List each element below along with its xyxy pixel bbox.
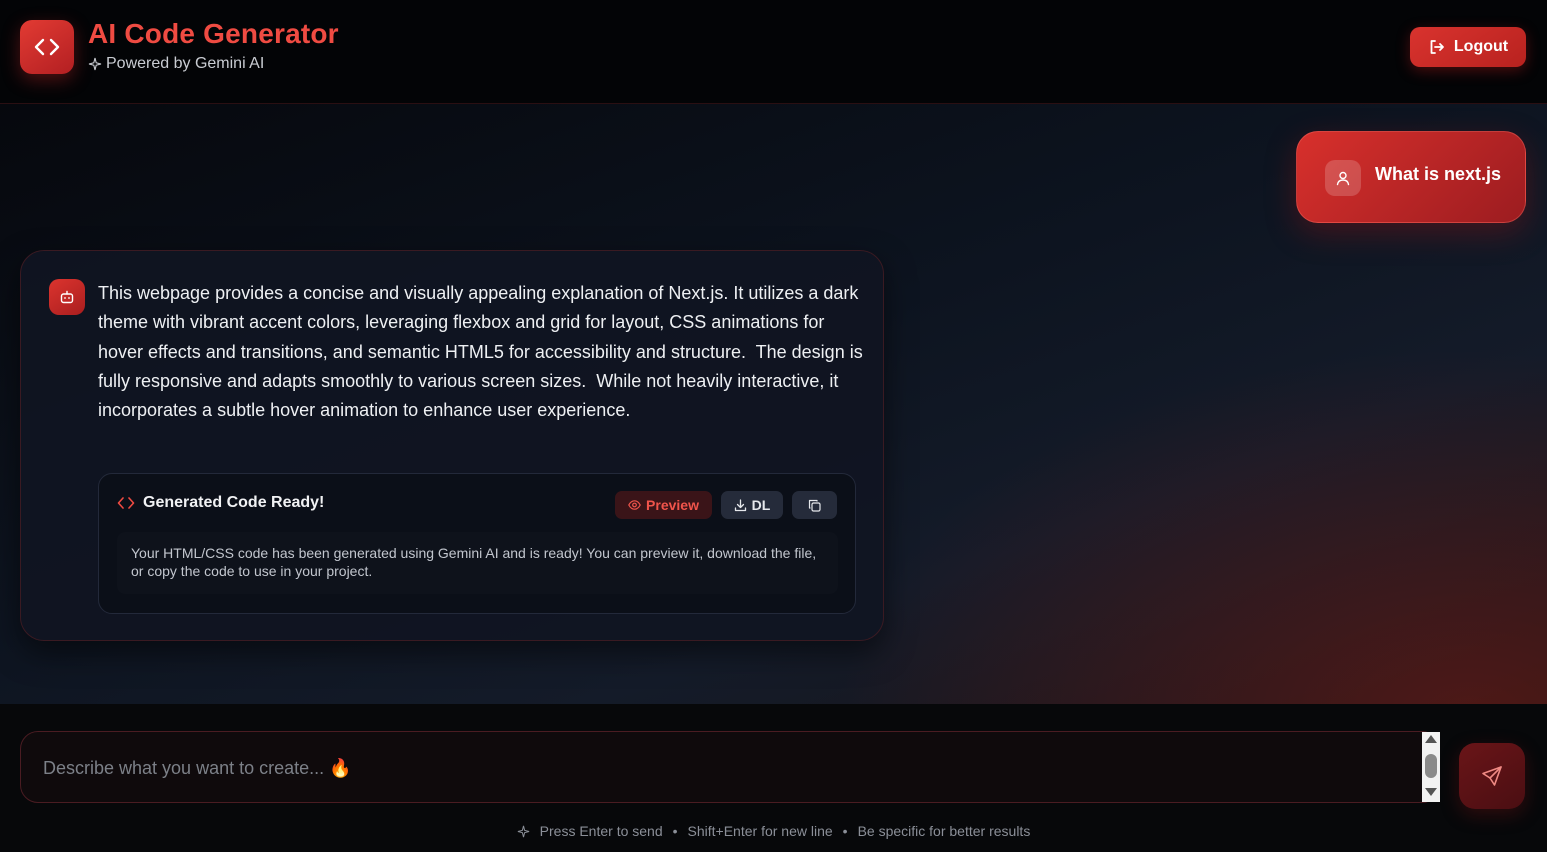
hint-separator: • [672, 823, 678, 839]
hint-tip: Be specific for better results [857, 823, 1031, 839]
scroll-up-arrow-icon[interactable] [1425, 735, 1437, 743]
logout-button[interactable]: Logout [1410, 27, 1526, 67]
eye-icon [628, 500, 641, 510]
app-header: AI Code Generator Powered by Gemini AI L… [0, 0, 1547, 104]
app-subtitle: Powered by Gemini AI [88, 55, 264, 73]
prompt-input[interactable] [43, 756, 1413, 780]
scroll-thumb[interactable] [1425, 754, 1437, 778]
preview-label: Preview [646, 497, 699, 513]
code-panel-description: Your HTML/CSS code has been generated us… [117, 532, 838, 594]
chat-area[interactable]: What is next.js This webpage provides a … [0, 104, 1547, 704]
prompt-box[interactable] [20, 731, 1440, 803]
sparkles-icon [88, 57, 102, 71]
scroll-down-arrow-icon[interactable] [1425, 788, 1437, 796]
copy-icon [808, 499, 821, 512]
logout-icon [1430, 40, 1444, 54]
bot-message-text: This webpage provides a concise and visu… [98, 283, 868, 421]
download-button[interactable]: DL [721, 491, 783, 519]
input-area: Press Enter to send • Shift+Enter for ne… [0, 704, 1547, 852]
bot-avatar [49, 279, 85, 315]
download-icon [734, 498, 746, 511]
user-avatar [1325, 160, 1361, 196]
user-message-text: What is next.js [1375, 164, 1502, 184]
download-label: DL [751, 497, 771, 513]
generated-code-panel: Generated Code Ready! Preview DL Your HT… [98, 473, 856, 614]
bot-message-card: This webpage provides a concise and visu… [20, 250, 884, 641]
code-panel-title-text: Generated Code Ready! [143, 494, 325, 511]
app-title: AI Code Generator [88, 18, 339, 49]
user-message-bubble: What is next.js [1296, 131, 1526, 223]
copy-button[interactable] [792, 491, 837, 519]
subtitle-text: Powered by Gemini AI [106, 55, 265, 72]
code-panel-title: Generated Code Ready! [117, 494, 324, 512]
prompt-scrollbar[interactable] [1422, 732, 1440, 802]
hint-send: Press Enter to send [539, 823, 663, 839]
user-icon [1336, 171, 1350, 186]
hint-separator: • [842, 823, 848, 839]
input-hints: Press Enter to send • Shift+Enter for ne… [0, 823, 1547, 839]
code-icon [117, 497, 135, 509]
app-logo [20, 20, 74, 74]
hint-newline: Shift+Enter for new line [687, 823, 833, 839]
logout-label: Logout [1453, 38, 1509, 55]
send-button[interactable] [1459, 743, 1525, 809]
preview-button[interactable]: Preview [615, 491, 712, 519]
send-icon [1482, 766, 1502, 786]
code-brackets-icon [34, 38, 60, 56]
bot-icon [60, 290, 74, 304]
sparkles-icon [517, 825, 529, 837]
